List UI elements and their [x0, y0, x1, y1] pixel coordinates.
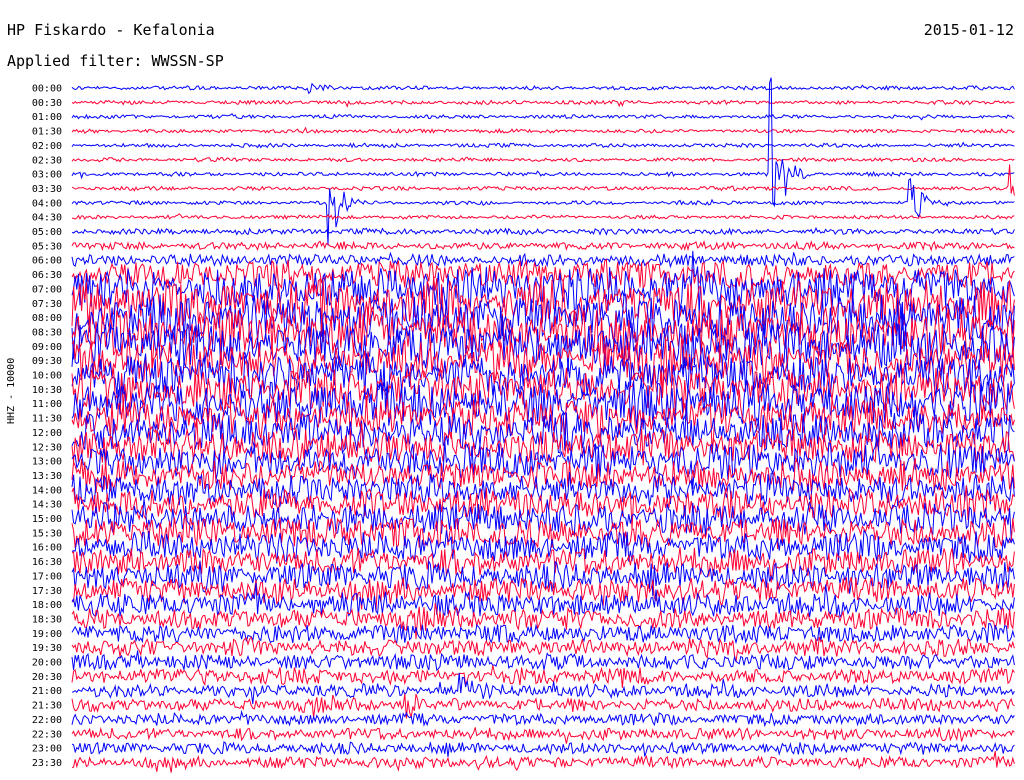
- tick-label-1600: 16:00: [32, 543, 62, 554]
- tick-label-1030: 10:30: [32, 385, 62, 396]
- tick-label-1130: 11:30: [32, 414, 62, 425]
- tick-label-1900: 19:00: [32, 629, 62, 640]
- tick-label-1200: 12:00: [32, 428, 62, 439]
- tick-label-2130: 21:30: [32, 701, 62, 712]
- tick-label-1400: 14:00: [32, 485, 62, 496]
- tick-label-0300: 03:00: [32, 170, 62, 181]
- trace-0000: [71, 82, 1015, 95]
- tick-label-0230: 02:30: [32, 155, 62, 166]
- tick-label-0000: 00:00: [32, 84, 62, 95]
- tick-label-0500: 05:00: [32, 227, 62, 238]
- tick-label-0600: 06:00: [32, 256, 62, 267]
- tick-label-2000: 20:00: [32, 658, 62, 669]
- tick-label-1230: 12:30: [32, 442, 62, 453]
- trace-0100: [71, 112, 1015, 121]
- tick-label-1830: 18:30: [32, 614, 62, 625]
- tick-label-0030: 00:30: [32, 98, 62, 109]
- tick-label-2100: 21:00: [32, 686, 62, 697]
- tick-label-1500: 15:00: [32, 514, 62, 525]
- tick-label-0100: 01:00: [32, 112, 62, 123]
- tick-label-1430: 14:30: [32, 500, 62, 511]
- tick-label-0630: 06:30: [32, 270, 62, 281]
- trace-0230: [71, 156, 1015, 163]
- trace-2000: [71, 650, 1015, 672]
- seismogram-plot: 00:00 00:30 01:00 01:30 02:00 02:30 03:00 03:30…: [32, 77, 1015, 773]
- tick-label-1530: 15:30: [32, 528, 62, 539]
- tick-label-0800: 08:00: [32, 313, 62, 324]
- tick-label-1730: 17:30: [32, 586, 62, 597]
- tick-label-1800: 18:00: [32, 600, 62, 611]
- trace-0330: [71, 164, 1015, 196]
- trace-2200: [71, 709, 1015, 728]
- tick-label-2200: 22:00: [32, 715, 62, 726]
- trace-2030: [71, 665, 1015, 688]
- tick-label-2230: 22:30: [32, 729, 62, 740]
- tick-label-1330: 13:30: [32, 471, 62, 482]
- tick-label-0830: 08:30: [32, 327, 62, 338]
- tick-label-1100: 11:00: [32, 399, 62, 410]
- tick-label-1630: 16:30: [32, 557, 62, 568]
- tick-label-2300: 23:00: [32, 744, 62, 755]
- tick-label-0330: 03:30: [32, 184, 62, 195]
- tick-label-2330: 23:30: [32, 758, 62, 769]
- tick-label-1700: 17:00: [32, 571, 62, 582]
- tick-label-0430: 04:30: [32, 213, 62, 224]
- trace-0030: [71, 99, 1015, 108]
- tick-label-0930: 09:30: [32, 356, 62, 367]
- trace-0500: [71, 226, 1015, 236]
- tick-label-0530: 05:30: [32, 241, 62, 252]
- trace-2130: [71, 693, 1015, 719]
- trace-0200: [71, 141, 1015, 149]
- time-tick-labels: 00:00 00:30 01:00 01:30 02:00 02:30 03:00 03:30…: [32, 84, 62, 769]
- tick-label-0200: 02:00: [32, 141, 62, 152]
- tick-label-0130: 01:30: [32, 127, 62, 138]
- tick-label-1930: 19:30: [32, 643, 62, 654]
- tick-label-2030: 20:30: [32, 672, 62, 683]
- tick-label-1000: 10:00: [32, 371, 62, 382]
- trace-0300: [71, 77, 1015, 208]
- trace-1900: [71, 623, 1015, 645]
- tick-label-0730: 07:30: [32, 299, 62, 310]
- trace-2330: [71, 750, 1015, 773]
- tick-label-0900: 09:00: [32, 342, 62, 353]
- trace-2230: [71, 726, 1015, 744]
- trace-0430: [71, 213, 1015, 221]
- trace-0600: [71, 251, 1015, 269]
- tick-label-1300: 13:00: [32, 457, 62, 468]
- tick-label-0400: 04:00: [32, 198, 62, 209]
- trace-0130: [71, 126, 1015, 135]
- trace-2300: [71, 740, 1015, 757]
- seismogram-traces: [71, 77, 1015, 773]
- trace-0530: [71, 239, 1015, 252]
- tick-label-0700: 07:00: [32, 284, 62, 295]
